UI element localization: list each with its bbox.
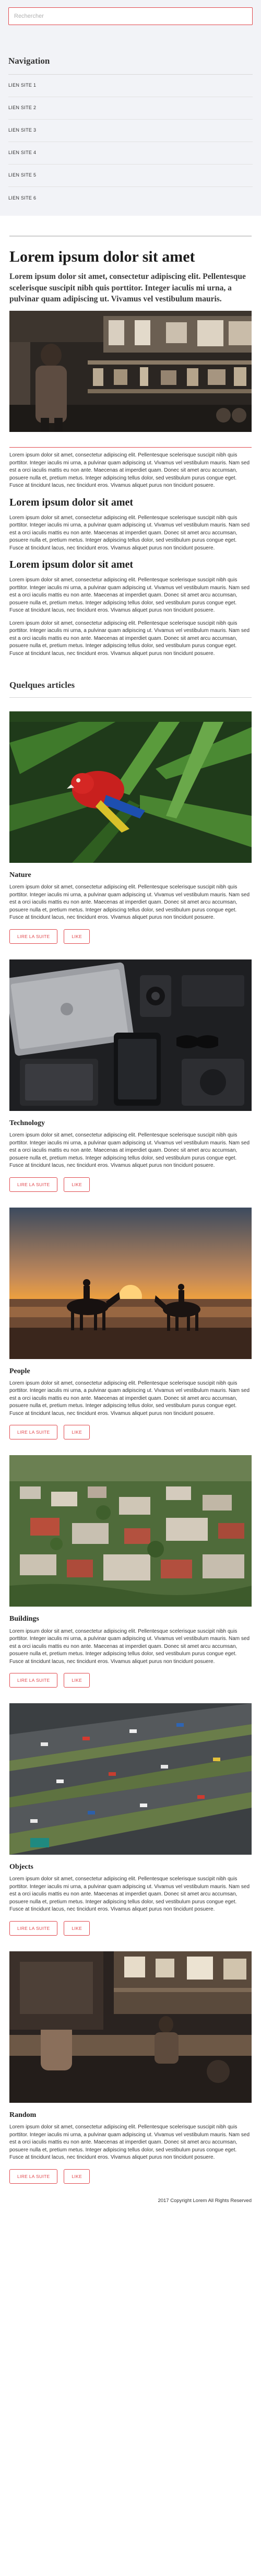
nav-link-4[interactable]: LIEN SITE 4 bbox=[8, 142, 253, 165]
read-more-button[interactable]: LIRE LA SUITE bbox=[9, 1177, 58, 1192]
card-actions: LIRE LA SUITE LIKE bbox=[9, 1177, 252, 1192]
article-paragraph: Lorem ipsum dolor sit amet, consectetur … bbox=[9, 577, 250, 614]
like-button[interactable]: LIKE bbox=[64, 1177, 90, 1192]
nav-link-5[interactable]: LIEN SITE 5 bbox=[8, 165, 253, 187]
article-subheading: Lorem ipsum dolor sit amet bbox=[9, 496, 134, 508]
like-button[interactable]: LIKE bbox=[64, 1425, 90, 1440]
read-more-button[interactable]: LIRE LA SUITE bbox=[9, 929, 58, 944]
card-title: Random bbox=[9, 2111, 37, 2119]
footer-copyright: 2017 Copyright Lorem All Rights Reserved bbox=[158, 2197, 252, 2204]
card-actions: LIRE LA SUITE LIKE bbox=[9, 1425, 252, 1440]
card-title: Technology bbox=[9, 1119, 45, 1127]
nav-link-6[interactable]: LIEN SITE 6 bbox=[8, 187, 253, 209]
card-image bbox=[9, 1207, 252, 1359]
nav-title: Navigation bbox=[8, 55, 253, 75]
card-text: Lorem ipsum dolor sit amet, consectetur … bbox=[9, 1132, 250, 1168]
read-more-button[interactable]: LIRE LA SUITE bbox=[9, 1425, 58, 1440]
divider bbox=[9, 235, 252, 237]
read-more-button[interactable]: LIRE LA SUITE bbox=[9, 1921, 58, 1936]
card-text: Lorem ipsum dolor sit amet, consectetur … bbox=[9, 884, 250, 921]
article-card: People Lorem ipsum dolor sit amet, conse… bbox=[9, 1207, 252, 1440]
article-paragraph: Lorem ipsum dolor sit amet, consectetur … bbox=[9, 514, 250, 551]
nav-link-3[interactable]: LIEN SITE 3 bbox=[8, 120, 253, 142]
article-paragraph: Lorem ipsum dolor sit amet, consectetur … bbox=[9, 452, 250, 489]
like-button[interactable]: LIKE bbox=[64, 1673, 90, 1688]
search-input[interactable] bbox=[8, 7, 253, 25]
card-actions: LIRE LA SUITE LIKE bbox=[9, 929, 252, 944]
card-text: Lorem ipsum dolor sit amet, consectetur … bbox=[9, 2124, 250, 2161]
like-button[interactable]: LIKE bbox=[64, 2169, 90, 2184]
articles-section-title: Quelques articles bbox=[9, 679, 252, 698]
card-text: Lorem ipsum dolor sit amet, consectetur … bbox=[9, 1628, 250, 1665]
article-subheading: Lorem ipsum dolor sit amet bbox=[9, 559, 134, 571]
card-title: People bbox=[9, 1367, 30, 1375]
read-more-button[interactable]: LIRE LA SUITE bbox=[9, 2169, 58, 2184]
card-actions: LIRE LA SUITE LIKE bbox=[9, 1921, 252, 1936]
card-title: Nature bbox=[9, 871, 31, 879]
article-card: Technology Lorem ipsum dolor sit amet, c… bbox=[9, 959, 252, 1192]
nav-link-2[interactable]: LIEN SITE 2 bbox=[8, 97, 253, 120]
site-header: Navigation LIEN SITE 1 LIEN SITE 2 LIEN … bbox=[0, 0, 261, 216]
article-card: Random Lorem ipsum dolor sit amet, conse… bbox=[9, 1951, 252, 2184]
article-paragraph: Lorem ipsum dolor sit amet, consectetur … bbox=[9, 620, 250, 657]
card-image bbox=[9, 1455, 252, 1607]
main-content: Lorem ipsum dolor sit amet Lorem ipsum d… bbox=[0, 235, 261, 2184]
card-image bbox=[9, 711, 252, 863]
card-title: Buildings bbox=[9, 1615, 39, 1623]
divider-accent bbox=[9, 447, 252, 448]
articles-list: Nature Lorem ipsum dolor sit amet, conse… bbox=[9, 711, 252, 2184]
card-image bbox=[9, 1703, 252, 1855]
like-button[interactable]: LIKE bbox=[64, 1921, 90, 1936]
card-actions: LIRE LA SUITE LIKE bbox=[9, 1673, 252, 1688]
card-actions: LIRE LA SUITE LIKE bbox=[9, 2169, 252, 2184]
article-card: Nature Lorem ipsum dolor sit amet, conse… bbox=[9, 711, 252, 944]
read-more-button[interactable]: LIRE LA SUITE bbox=[9, 1673, 58, 1688]
hero-image bbox=[9, 311, 252, 432]
card-text: Lorem ipsum dolor sit amet, consectetur … bbox=[9, 1876, 250, 1913]
article-card: Objects Lorem ipsum dolor sit amet, cons… bbox=[9, 1703, 252, 1936]
article-title: Lorem ipsum dolor sit amet bbox=[9, 248, 195, 265]
card-image bbox=[9, 1951, 252, 2103]
like-button[interactable]: LIKE bbox=[64, 929, 90, 944]
nav-link-1[interactable]: LIEN SITE 1 bbox=[8, 75, 253, 97]
card-title: Objects bbox=[9, 1863, 33, 1871]
nav-list: LIEN SITE 1 LIEN SITE 2 LIEN SITE 3 LIEN… bbox=[8, 75, 253, 209]
card-image bbox=[9, 959, 252, 1111]
card-text: Lorem ipsum dolor sit amet, consectetur … bbox=[9, 1380, 250, 1416]
article-card: Buildings Lorem ipsum dolor sit amet, co… bbox=[9, 1455, 252, 1688]
article-lead: Lorem ipsum dolor sit amet, consectetur … bbox=[9, 272, 246, 303]
